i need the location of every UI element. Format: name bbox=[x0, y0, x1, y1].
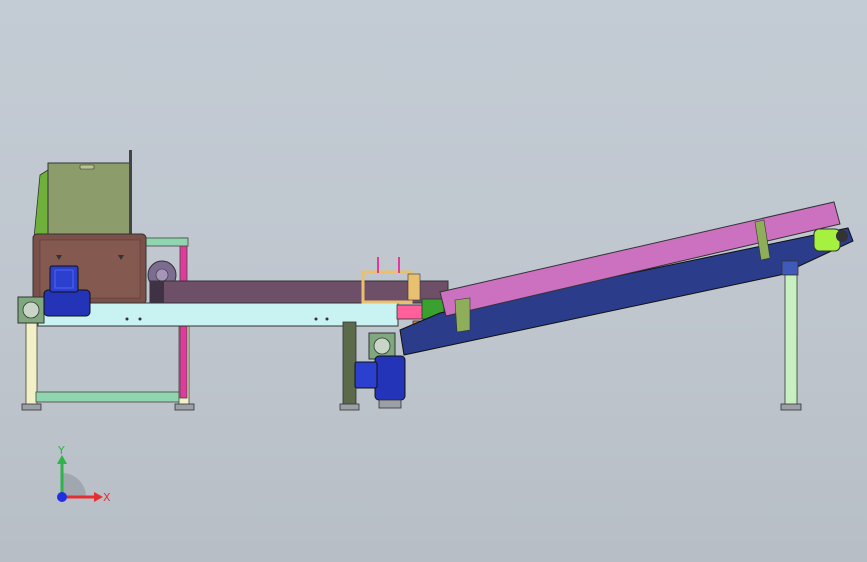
triad-arc bbox=[62, 473, 86, 497]
x-axis-label: X bbox=[103, 491, 111, 504]
z-axis-dot bbox=[57, 492, 67, 502]
y-axis-label: Y bbox=[57, 444, 65, 457]
coordinate-triad: Y X bbox=[57, 444, 111, 504]
cad-viewport[interactable]: Y X bbox=[0, 0, 867, 562]
x-axis-arrow bbox=[94, 492, 103, 502]
